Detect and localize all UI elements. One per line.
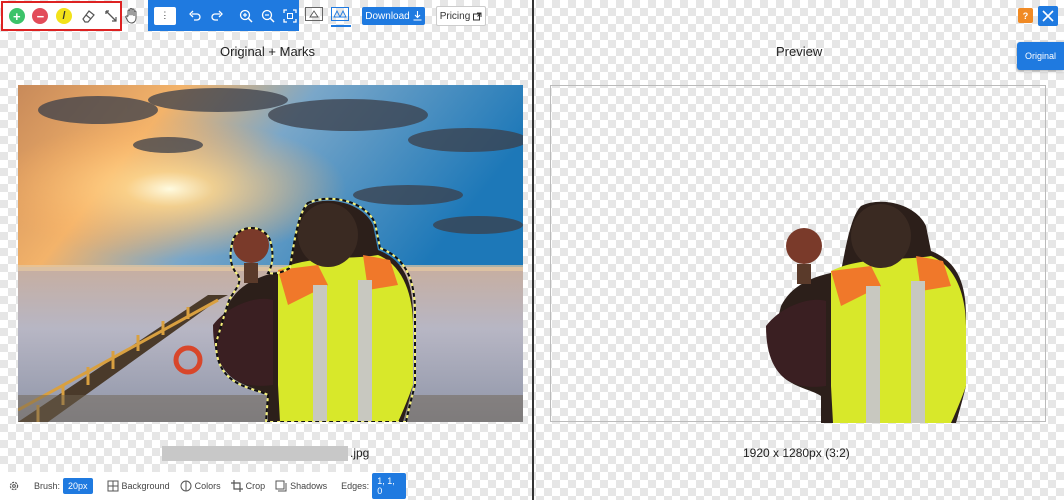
- split-view-icon: [333, 10, 347, 18]
- magic-wand-button[interactable]: [102, 7, 120, 25]
- redo-icon: [210, 10, 223, 21]
- bottom-toolbar: Brush: 20px Background Colors Crop Shado…: [0, 472, 406, 500]
- edges-value[interactable]: 1, 1, 0: [372, 473, 406, 499]
- hand-icon: [125, 8, 137, 24]
- preview-frame: [550, 85, 1047, 423]
- eraser-button[interactable]: [79, 7, 97, 25]
- colors-button[interactable]: Colors: [180, 480, 221, 492]
- shadows-icon: [275, 480, 287, 492]
- download-icon: [413, 11, 422, 21]
- original-image-with-marks[interactable]: [18, 85, 523, 422]
- zoom-out-icon: [262, 9, 275, 23]
- undo-button[interactable]: [186, 7, 204, 25]
- close-button[interactable]: [1038, 6, 1058, 26]
- view-tools-group: ⋮: [148, 0, 299, 31]
- active-view-indicator: [331, 25, 351, 27]
- close-icon: [1042, 10, 1054, 22]
- brush-button[interactable]: /: [55, 7, 73, 25]
- edges-control[interactable]: Edges: 1, 1, 0: [341, 473, 406, 499]
- redo-button[interactable]: [208, 7, 226, 25]
- brush-size-value[interactable]: 20px: [63, 478, 93, 494]
- zoom-in-icon: [240, 9, 253, 23]
- background-label: Background: [121, 481, 170, 491]
- image-dimensions: 1920 x 1280px (3:2): [743, 446, 850, 460]
- single-view-button[interactable]: [305, 7, 323, 21]
- help-button[interactable]: ?: [1018, 8, 1033, 23]
- crop-button[interactable]: Crop: [230, 480, 266, 492]
- eraser-icon: [81, 10, 95, 23]
- fit-screen-button[interactable]: [281, 7, 299, 25]
- zoom-out-button[interactable]: [259, 7, 277, 25]
- shadows-button[interactable]: Shadows: [275, 480, 327, 492]
- zoom-in-button[interactable]: [237, 7, 255, 25]
- settings-button[interactable]: [8, 480, 20, 492]
- mode-select[interactable]: ⋮: [154, 6, 176, 25]
- show-original-button[interactable]: Original: [1017, 42, 1064, 70]
- gear-icon: [9, 481, 19, 491]
- download-label: Download: [365, 10, 410, 22]
- crop-label: Crop: [245, 481, 266, 491]
- original-panel-title: Original + Marks: [220, 44, 315, 59]
- mark-tools-group: + − /: [1, 1, 122, 31]
- background-button[interactable]: Background: [107, 480, 170, 492]
- split-view-button[interactable]: [331, 7, 349, 21]
- crop-icon: [230, 480, 243, 492]
- brush-size-control[interactable]: Brush: 20px: [34, 478, 93, 494]
- plus-circle-icon: +: [8, 8, 25, 24]
- brush-icon: /: [55, 8, 72, 24]
- undo-icon: [188, 10, 201, 21]
- colors-icon: [180, 480, 192, 492]
- brush-size-label: Brush:: [34, 481, 61, 491]
- colors-label: Colors: [194, 481, 221, 491]
- magic-wand-icon: [105, 10, 117, 22]
- preview-panel-title: Preview: [776, 44, 823, 59]
- background-icon: [107, 480, 119, 492]
- add-mark-button[interactable]: +: [8, 7, 26, 25]
- preview-cutout-image[interactable]: [551, 86, 1047, 423]
- pan-button[interactable]: [124, 7, 142, 25]
- remove-mark-button[interactable]: −: [32, 7, 50, 25]
- panel-divider[interactable]: [532, 0, 534, 500]
- download-button[interactable]: Download: [362, 7, 425, 25]
- minus-circle-icon: −: [32, 8, 49, 24]
- triangle-icon: [309, 10, 319, 18]
- pricing-label: Pricing: [439, 10, 471, 22]
- external-link-icon: [473, 12, 482, 20]
- view-mode-group: [305, 7, 349, 21]
- pricing-button[interactable]: Pricing: [436, 6, 486, 26]
- filename-redacted: [162, 446, 348, 461]
- shadows-label: Shadows: [290, 481, 328, 491]
- filename-extension: .jpg: [350, 446, 370, 460]
- edges-label: Edges:: [341, 481, 370, 491]
- fit-screen-icon: [283, 8, 297, 23]
